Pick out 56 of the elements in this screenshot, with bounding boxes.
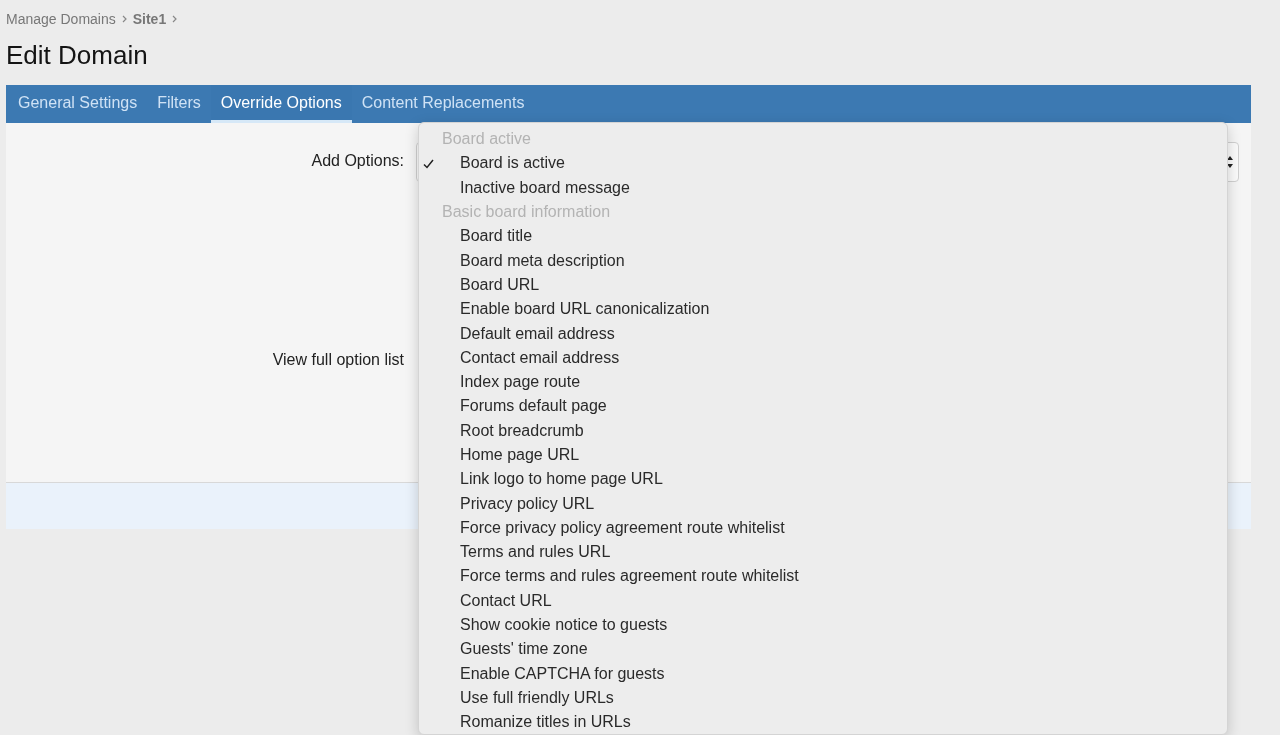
dropdown-option[interactable]: Link logo to home page URL (419, 467, 1227, 492)
dropdown-option[interactable]: Index page route (419, 369, 1227, 395)
select-arrows-icon (1226, 155, 1234, 169)
dropdown-option[interactable]: Guests' time zone (419, 637, 1227, 662)
page-title: Edit Domain (6, 40, 149, 71)
option-group-label: Board active (441, 129, 532, 149)
dropdown-option[interactable]: Use full friendly URLs (419, 685, 1227, 711)
option-label: Privacy policy URL (460, 494, 595, 513)
option-label: Enable CAPTCHA for guests (460, 664, 665, 683)
option-label: Guests' time zone (460, 640, 588, 659)
option-label: Force privacy policy agreement route whitelist (460, 518, 785, 537)
dropdown-option[interactable]: Force privacy policy agreement route whitelist (419, 515, 1227, 541)
dropdown-option[interactable]: Romanize titles in URLs (419, 710, 1227, 734)
dropdown-option[interactable]: Enable board URL canonicalization (419, 297, 1227, 322)
option-label: Forums default page (460, 397, 607, 416)
option-label: Terms and rules URL (460, 543, 611, 562)
option-label: Default email address (460, 324, 615, 343)
dropdown-option[interactable]: Force terms and rules agreement route whitelist (419, 564, 1227, 589)
dropdown-option[interactable]: Board is active (419, 151, 1227, 176)
dropdown-option[interactable]: Board title (419, 224, 1227, 249)
breadcrumb-link[interactable]: Site1 (132, 11, 167, 27)
option-label: Board URL (460, 275, 540, 294)
breadcrumb-link[interactable]: Manage Domains (6, 11, 116, 27)
option-label: Home page URL (460, 446, 580, 464)
option-label: Show cookie notice to guests (460, 616, 668, 635)
option-group-label: Basic board information (441, 201, 612, 222)
option-label: Index page route (460, 373, 581, 392)
dropdown-option[interactable]: Contact email address (419, 345, 1227, 370)
option-label: Inactive board message (460, 178, 630, 197)
option-label: Board meta description (460, 251, 625, 270)
option-label: Board is active (460, 154, 565, 173)
field-label: View full option list (272, 350, 405, 370)
dropdown-option[interactable]: Home page URL (419, 442, 1227, 468)
option-label: Contact email address (460, 348, 620, 367)
option-label: Contact URL (460, 591, 552, 610)
dropdown-option[interactable]: Privacy policy URL (419, 491, 1227, 516)
field-label: Add Options: (311, 151, 405, 171)
dropdown-option[interactable]: Forums default page (419, 394, 1227, 419)
dropdown-option[interactable]: Board meta description (419, 248, 1227, 273)
dropdown-option[interactable]: Terms and rules URL (419, 540, 1227, 565)
chevron-icon (172, 15, 178, 23)
dropdown-option[interactable]: Show cookie notice to guests (419, 612, 1227, 638)
dropdown-option[interactable]: Contact URL (419, 588, 1227, 613)
dropdown-option[interactable]: Inactive board message (419, 175, 1227, 200)
dropdown-option[interactable]: Root breadcrumb (419, 418, 1227, 443)
option-label: Romanize titles in URLs (460, 713, 631, 732)
option-label: Use full friendly URLs (460, 688, 614, 707)
option-label: Root breadcrumb (460, 421, 584, 440)
option-label: Board title (460, 227, 533, 246)
dropdown-option[interactable]: Enable CAPTCHA for guests (419, 661, 1227, 686)
option-label: Force terms and rules agreement route whitelist (460, 567, 799, 586)
option-label: Enable board URL canonicalization (460, 300, 710, 319)
chevron-icon (121, 15, 127, 23)
option-label: Link logo to home page URL (460, 470, 663, 489)
dropdown-option[interactable]: Board URL (419, 272, 1227, 298)
dropdown-option[interactable]: Default email address (419, 321, 1227, 346)
